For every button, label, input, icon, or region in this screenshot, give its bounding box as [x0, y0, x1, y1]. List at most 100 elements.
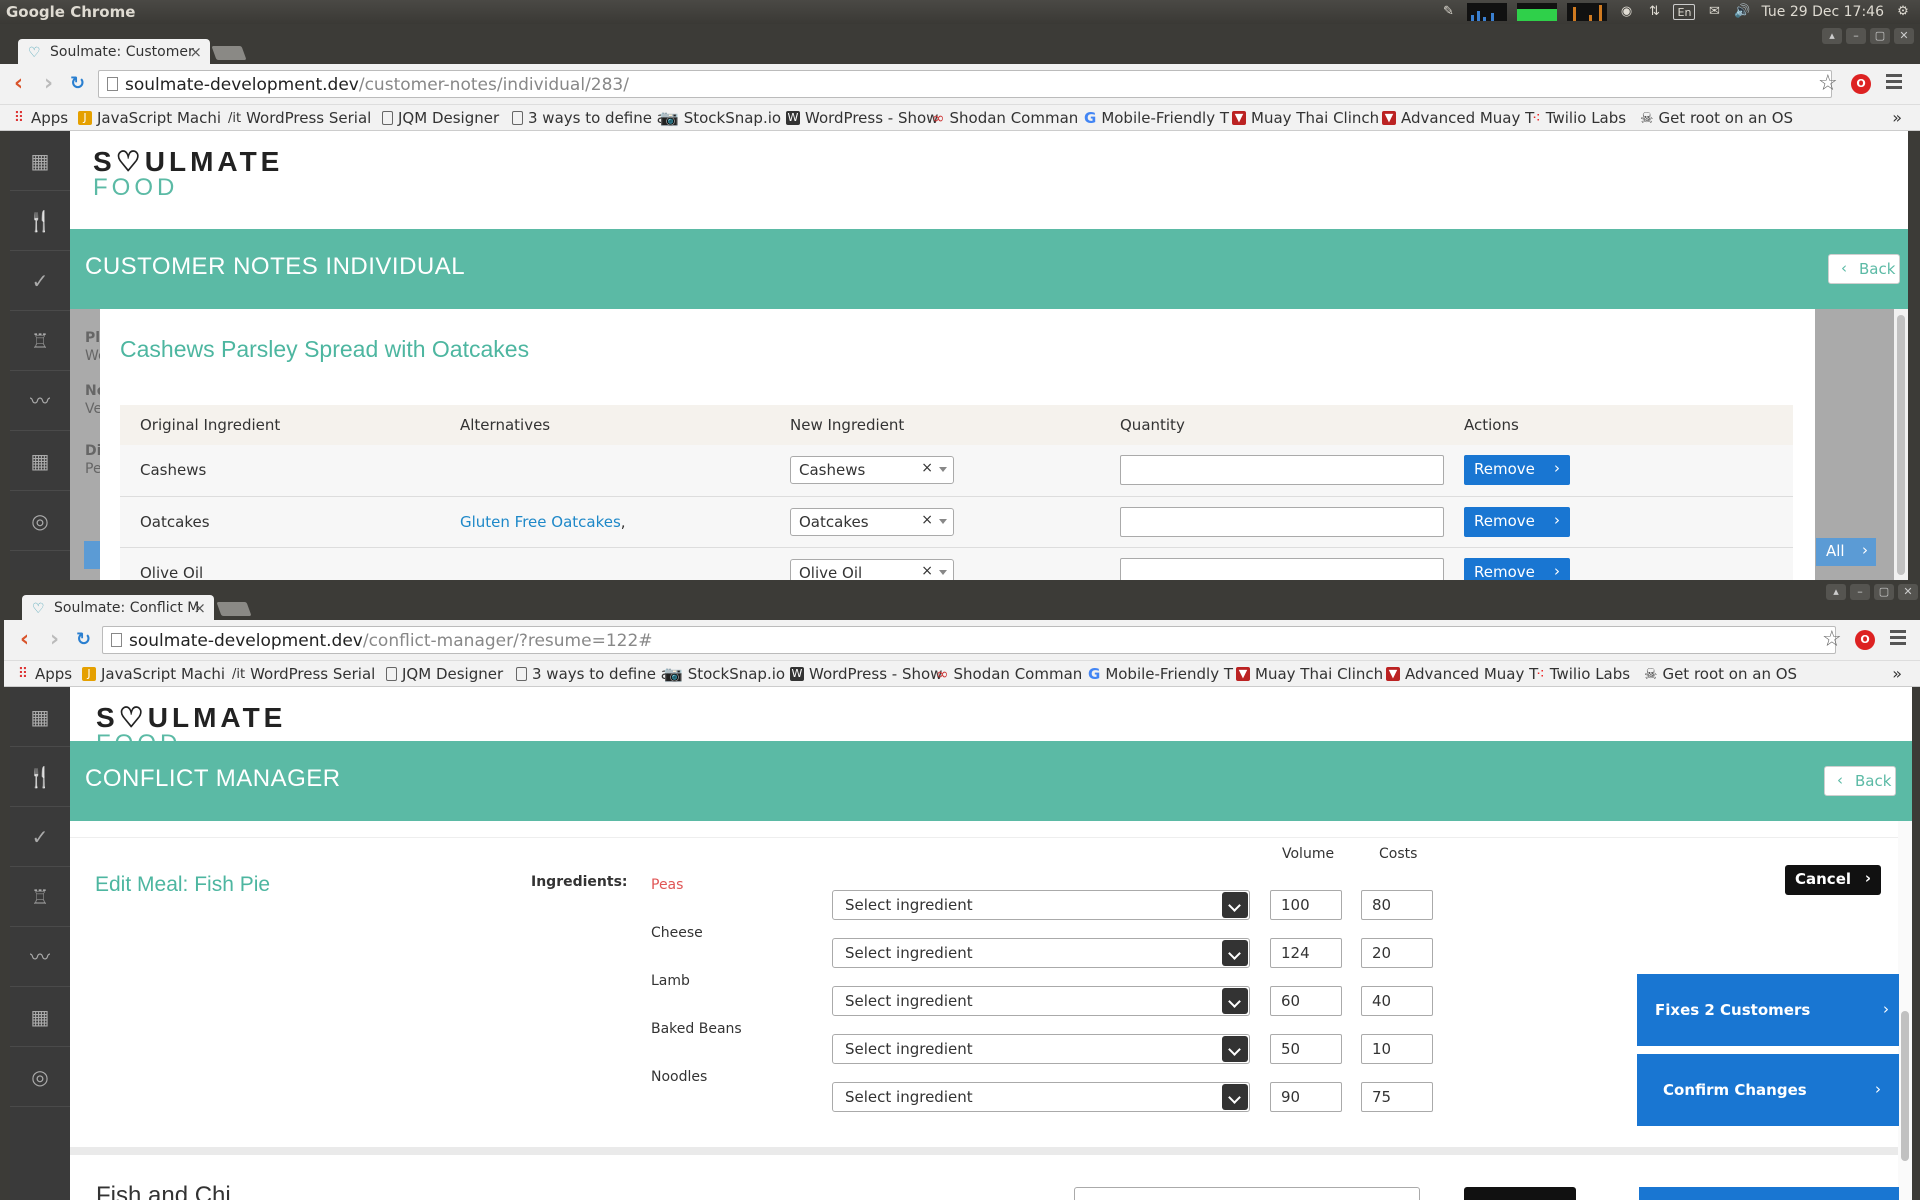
- close-tab-icon[interactable]: ×: [189, 43, 202, 61]
- circle-icon[interactable]: ◎: [10, 491, 70, 551]
- remove-button[interactable]: Remove ›: [1464, 557, 1570, 580]
- bookmark-item[interactable]: G Mobile-Friendly T: [1084, 109, 1229, 127]
- new-tab-button[interactable]: [211, 46, 247, 60]
- bookmark-item[interactable]: /it WordPress Serial: [232, 665, 375, 683]
- chef-hat-icon[interactable]: ♖: [10, 867, 70, 927]
- more-bookmarks-icon[interactable]: »: [1892, 108, 1902, 127]
- quantity-input[interactable]: [1120, 455, 1444, 486]
- check-icon[interactable]: ✓: [10, 251, 70, 311]
- close-window-icon[interactable]: ✕: [1898, 584, 1918, 600]
- reload-icon[interactable]: ↻: [70, 74, 85, 94]
- cost-input[interactable]: 40: [1361, 986, 1433, 1016]
- cancel-button[interactable]: Cancel ›: [1785, 865, 1881, 895]
- back-button[interactable]: ‹ Back: [1824, 766, 1896, 796]
- next-row-select[interactable]: [1074, 1187, 1420, 1200]
- volume-icon[interactable]: 🔊: [1733, 4, 1751, 20]
- mail-icon[interactable]: ✉: [1705, 4, 1723, 20]
- clear-icon[interactable]: ×: [921, 512, 933, 528]
- remove-button[interactable]: Remove ›: [1464, 455, 1570, 486]
- transfer-icon[interactable]: ⇅: [1645, 4, 1663, 20]
- bookmark-item[interactable]: W WordPress - Show: [786, 109, 938, 127]
- maximize-icon[interactable]: ▢: [1874, 584, 1894, 600]
- bookmark-apps[interactable]: ⠿ Apps: [16, 665, 72, 683]
- chrome-menu-icon[interactable]: [1886, 74, 1902, 92]
- all-button[interactable]: All ›: [1816, 538, 1876, 566]
- profile-icon[interactable]: ▴: [1826, 584, 1846, 600]
- bookmark-item[interactable]: ∞ Shodan Comman: [932, 109, 1078, 127]
- dashboard-grid-icon[interactable]: ▦: [10, 687, 70, 747]
- gear-icon[interactable]: ⚙: [1894, 4, 1912, 20]
- bookmark-item[interactable]: /it WordPress Serial: [228, 109, 371, 127]
- scrollbar[interactable]: [1898, 821, 1912, 1200]
- reload-icon[interactable]: ↻: [76, 630, 91, 650]
- forward-arrow-icon[interactable]: ›: [44, 73, 53, 95]
- bookmark-item[interactable]: W WordPress - Show: [790, 665, 942, 683]
- back-arrow-icon[interactable]: ‹: [20, 629, 29, 651]
- replacement-select[interactable]: Select ingredient: [832, 890, 1250, 920]
- forward-arrow-icon[interactable]: ›: [50, 629, 59, 651]
- bookmark-item[interactable]: ∞ Shodan Comman: [936, 665, 1082, 683]
- minimize-icon[interactable]: –: [1846, 28, 1866, 44]
- cutlery-icon[interactable]: 🍴: [10, 747, 70, 807]
- replacement-select[interactable]: Select ingredient: [832, 986, 1250, 1016]
- bookmark-item[interactable]: ▼ Advanced Muay T: [1382, 109, 1534, 127]
- bookmark-item[interactable]: G Mobile-Friendly T: [1088, 665, 1233, 683]
- grid-icon[interactable]: ▦: [10, 431, 70, 491]
- memory-graph-icon[interactable]: [1517, 3, 1558, 21]
- adblock-icon[interactable]: O: [1851, 74, 1871, 94]
- next-cancel-button[interactable]: [1464, 1187, 1576, 1200]
- tab-customer-notes[interactable]: ♡ Soulmate: Customer ×: [18, 39, 210, 64]
- adblock-icon[interactable]: O: [1855, 630, 1875, 650]
- bookmark-item[interactable]: ▼ Muay Thai Clinch: [1236, 665, 1383, 683]
- bookmark-item[interactable]: ⁖ Twilio Labs: [1532, 109, 1626, 127]
- minimize-icon[interactable]: –: [1850, 584, 1870, 600]
- notes-icon[interactable]: ✎: [1439, 4, 1457, 20]
- chef-hat-icon[interactable]: ♖: [10, 311, 70, 371]
- clock[interactable]: Tue 29 Dec 17:46: [1761, 4, 1884, 20]
- address-bar[interactable]: soulmate-development.dev/conflict-manage…: [102, 626, 1836, 654]
- grid-icon[interactable]: ▦: [10, 987, 70, 1047]
- bookmark-item[interactable]: 📷 StockSnap.io: [664, 665, 785, 683]
- new-tab-button[interactable]: [216, 602, 252, 616]
- pulse-icon[interactable]: 〰: [10, 927, 70, 987]
- bookmark-item[interactable]: ⁖ Twilio Labs: [1536, 665, 1630, 683]
- bookmark-star-icon[interactable]: ☆: [1822, 627, 1842, 652]
- new-ingredient-select[interactable]: Cashews ×: [790, 456, 954, 485]
- quantity-input[interactable]: [1120, 506, 1444, 537]
- network-graph-icon[interactable]: [1567, 3, 1608, 21]
- bookmark-item[interactable]: ☠ Get root on an OS: [1640, 109, 1793, 127]
- volume-input[interactable]: 50: [1270, 1034, 1342, 1064]
- quantity-input[interactable]: [1120, 557, 1444, 580]
- clear-icon[interactable]: ×: [921, 563, 933, 579]
- new-ingredient-select[interactable]: Oatcakes ×: [790, 507, 954, 536]
- back-button[interactable]: ‹ Back: [1828, 254, 1900, 284]
- brand-logo[interactable]: S♡ULMATE FOOD: [93, 148, 283, 201]
- cost-input[interactable]: 10: [1361, 1034, 1433, 1064]
- fixes-customers-button[interactable]: Fixes 2 Customers ›: [1637, 974, 1899, 1046]
- close-window-icon[interactable]: ✕: [1894, 28, 1914, 44]
- check-icon[interactable]: ✓: [10, 807, 70, 867]
- clear-icon[interactable]: ×: [921, 460, 933, 476]
- bookmark-item[interactable]: ▼ Advanced Muay T: [1386, 665, 1538, 683]
- chrome-tray-icon[interactable]: ◉: [1617, 4, 1635, 20]
- cost-input[interactable]: 80: [1361, 890, 1433, 920]
- bookmark-apps[interactable]: ⠿ Apps: [12, 109, 68, 127]
- bookmark-item[interactable]: JQM Designer: [386, 665, 503, 683]
- maximize-icon[interactable]: ▢: [1870, 28, 1890, 44]
- close-tab-icon[interactable]: ×: [193, 599, 206, 617]
- volume-input[interactable]: 100: [1270, 890, 1342, 920]
- obscured-button[interactable]: [84, 541, 100, 569]
- volume-input[interactable]: 124: [1270, 938, 1342, 968]
- next-fixes-button[interactable]: [1639, 1187, 1899, 1200]
- bookmark-item[interactable]: ▼ Muay Thai Clinch: [1232, 109, 1379, 127]
- bookmark-item[interactable]: J JavaScript Machi: [78, 109, 221, 127]
- bookmark-star-icon[interactable]: ☆: [1818, 71, 1838, 96]
- cutlery-icon[interactable]: 🍴: [10, 191, 70, 251]
- bookmark-item[interactable]: JQM Designer: [382, 109, 499, 127]
- confirm-changes-button[interactable]: Confirm Changes ›: [1637, 1054, 1899, 1126]
- new-ingredient-select[interactable]: Olive Oil ×: [790, 558, 954, 580]
- address-bar[interactable]: soulmate-development.dev/customer-notes/…: [98, 70, 1832, 98]
- cpu-graph-icon[interactable]: [1467, 3, 1508, 21]
- more-bookmarks-icon[interactable]: »: [1892, 664, 1902, 683]
- keyboard-lang-icon[interactable]: En: [1673, 4, 1696, 20]
